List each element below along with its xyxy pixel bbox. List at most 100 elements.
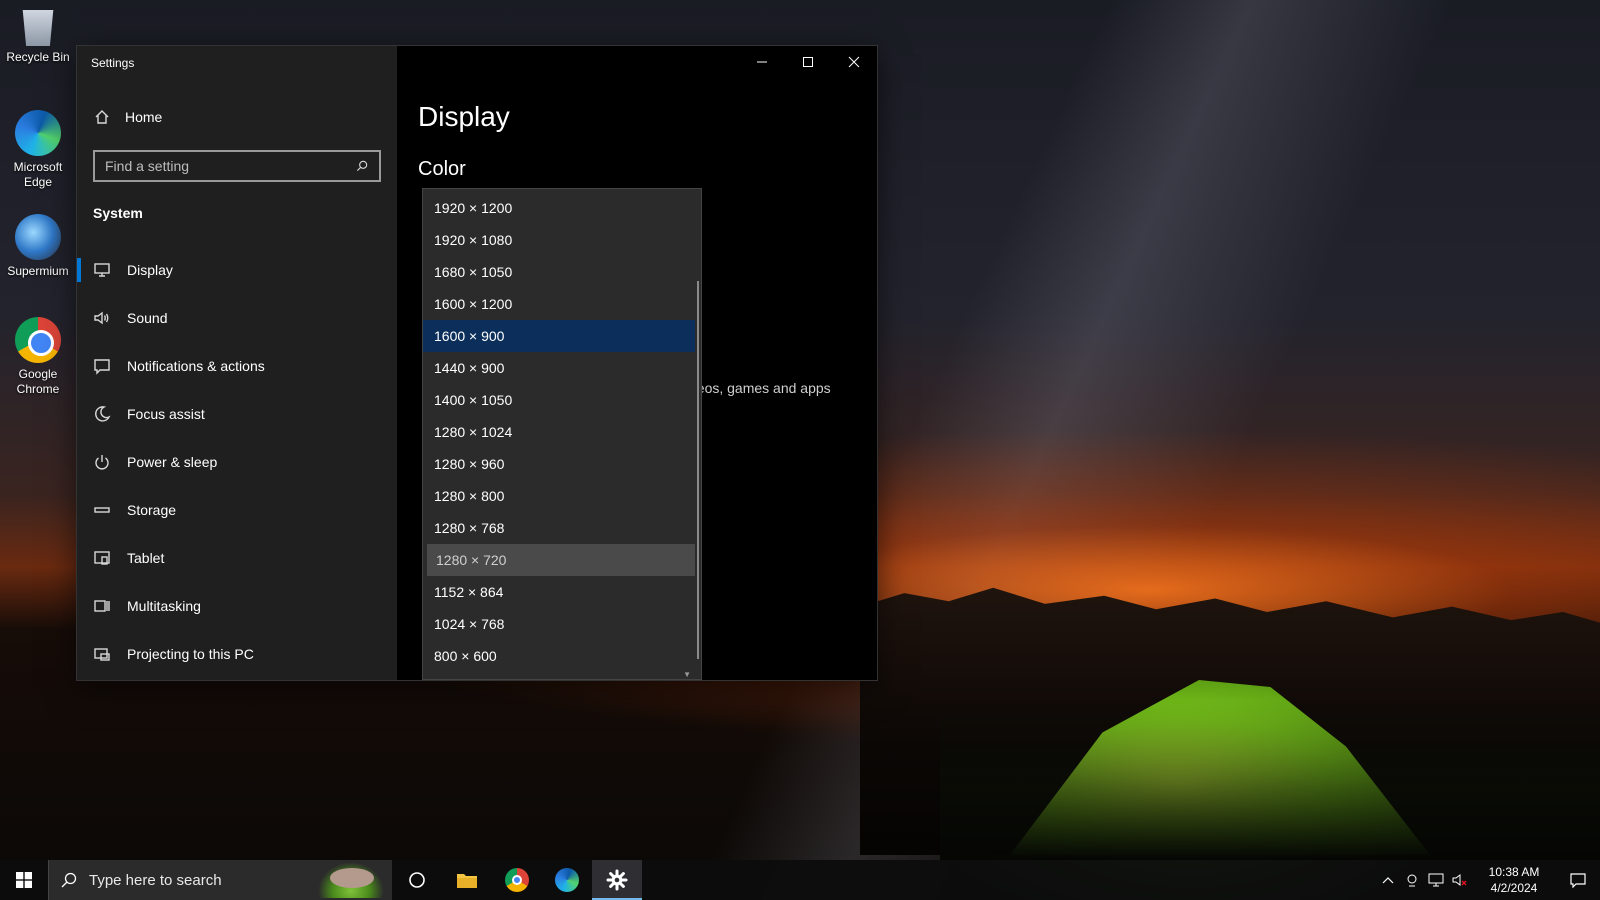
minimize-button[interactable]	[739, 46, 785, 78]
desktop-icon-label: Recycle Bin	[6, 50, 70, 64]
taskbar-file-explorer[interactable]	[442, 860, 492, 900]
sidebar-item-display[interactable]: Display	[77, 246, 397, 294]
sidebar-item-label: Storage	[127, 502, 177, 518]
action-center-icon	[1570, 873, 1586, 888]
resolution-option[interactable]: 1600 × 1200	[423, 288, 695, 320]
sidebar-item-label: Sound	[127, 310, 168, 326]
resolution-option[interactable]: 1280 × 800	[423, 480, 695, 512]
file-explorer-icon	[457, 874, 477, 888]
search-icon[interactable]	[355, 159, 369, 173]
desktop-icon-supermium[interactable]: Supermium	[4, 214, 72, 279]
sidebar-item-label: Display	[127, 262, 173, 278]
chrome-icon	[15, 317, 61, 363]
edge-icon	[15, 110, 61, 156]
resolution-option[interactable]: 1680 × 1050	[423, 256, 695, 288]
chevron-up-icon	[1382, 877, 1394, 884]
supermium-icon	[15, 214, 61, 260]
minimize-icon	[757, 61, 767, 63]
action-center-button[interactable]	[1556, 860, 1600, 900]
sidebar-item-label: Multitasking	[127, 598, 201, 614]
close-icon	[848, 56, 860, 68]
sidebar-item-tablet[interactable]: Tablet	[77, 534, 397, 582]
resolution-option[interactable]: 1920 × 1200	[423, 192, 695, 224]
settings-sidebar: Settings Home System Display Sound Notif…	[77, 46, 397, 680]
show-hidden-icons-button[interactable]	[1376, 860, 1400, 900]
sidebar-item-projecting[interactable]: Projecting to this PC	[77, 630, 397, 678]
network-icon	[1428, 873, 1444, 887]
tray-volume-button[interactable]	[1448, 860, 1472, 900]
desktop-icon-recycle-bin[interactable]: Recycle Bin	[4, 6, 72, 65]
resolution-option[interactable]: 1600 × 900	[423, 320, 695, 352]
sidebar-item-storage[interactable]: Storage	[77, 486, 397, 534]
taskbar: 10:38 AM 4/2/2024	[0, 860, 1600, 900]
taskbar-settings[interactable]	[592, 860, 642, 900]
projecting-icon	[94, 648, 110, 661]
taskbar-edge[interactable]	[542, 860, 592, 900]
page-title: Display	[418, 101, 510, 132]
resolution-option[interactable]: 1280 × 768	[423, 512, 695, 544]
power-icon	[95, 455, 109, 470]
maximize-button[interactable]	[785, 46, 831, 78]
recycle-bin-icon	[22, 10, 54, 46]
desktop-icon-label: Supermium	[7, 264, 69, 278]
taskbar-clock[interactable]: 10:38 AM 4/2/2024	[1472, 864, 1556, 896]
wallpaper-grass	[940, 700, 1600, 860]
taskbar-search-input[interactable]	[89, 871, 289, 889]
hidden-setting-description: deos, games and apps	[689, 380, 831, 396]
chrome-icon	[505, 868, 529, 892]
taskbar-chrome[interactable]	[492, 860, 542, 900]
home-label: Home	[125, 109, 163, 125]
dropdown-scrollbar[interactable]	[697, 281, 699, 659]
tray-network-button[interactable]	[1424, 860, 1448, 900]
desktop-icon-edge[interactable]: Microsoft Edge	[4, 110, 72, 190]
desktop-icon-label: Microsoft Edge	[13, 160, 63, 189]
sidebar-item-label: Tablet	[127, 550, 165, 566]
sidebar-item-multitasking[interactable]: Multitasking	[77, 582, 397, 630]
resolution-option[interactable]: 1920 × 1080	[423, 224, 695, 256]
tablet-icon	[94, 551, 110, 565]
resolution-options: 1920 × 1200 1920 × 1080 1680 × 1050 1600 × …	[423, 189, 701, 672]
sidebar-item-sound[interactable]: Sound	[77, 294, 397, 342]
sidebar-item-label: Notifications & actions	[127, 358, 265, 374]
sidebar-item-label: Power & sleep	[127, 454, 218, 470]
resolution-option[interactable]: 1024 × 768	[423, 608, 695, 640]
windows-logo-icon	[16, 872, 32, 888]
edge-icon	[555, 868, 579, 892]
resolution-option[interactable]: 1280 × 1024	[423, 416, 695, 448]
monitor-icon	[94, 263, 110, 277]
start-button[interactable]	[0, 860, 48, 900]
resolution-option[interactable]: 800 × 600	[423, 640, 695, 672]
system-nav-list: Display Sound Notifications & actions Fo…	[77, 246, 397, 678]
desktop-icon-label: Google Chrome	[16, 367, 60, 396]
camera-icon	[1407, 874, 1417, 887]
close-button[interactable]	[831, 46, 877, 78]
resolution-option[interactable]: 1280 × 720	[427, 544, 695, 576]
resolution-option[interactable]: 1152 × 864	[423, 576, 695, 608]
window-controls	[739, 46, 877, 78]
resolution-option[interactable]: 1400 × 1050	[423, 384, 695, 416]
sidebar-item-label: Focus assist	[127, 406, 205, 422]
resolution-dropdown-list[interactable]: 1920 × 1200 1920 × 1080 1680 × 1050 1600 × …	[422, 188, 702, 680]
settings-icon	[606, 869, 628, 891]
sidebar-item-focus-assist[interactable]: Focus assist	[77, 390, 397, 438]
find-setting-input[interactable]	[105, 158, 355, 174]
desktop-icon-chrome[interactable]: Google Chrome	[4, 317, 72, 397]
sidebar-item-notifications[interactable]: Notifications & actions	[77, 342, 397, 390]
section-color-title: Color	[418, 158, 466, 180]
task-view-button[interactable]	[392, 860, 442, 900]
home-nav-item[interactable]: Home	[93, 108, 162, 126]
clock-time: 10:38 AM	[1488, 865, 1540, 879]
system-tray: 10:38 AM 4/2/2024	[1376, 860, 1600, 900]
moon-icon	[95, 406, 111, 422]
tray-camera-button[interactable]	[1400, 860, 1424, 900]
speaker-icon	[94, 311, 109, 325]
clock-date: 4/2/2024	[1490, 881, 1538, 895]
notification-icon	[94, 359, 110, 375]
taskbar-search-box[interactable]	[48, 860, 392, 900]
resolution-option[interactable]: 1280 × 960	[423, 448, 695, 480]
scroll-down-icon[interactable]: ▼	[683, 670, 691, 679]
resolution-option[interactable]: 1440 × 900	[423, 352, 695, 384]
find-setting-search[interactable]	[93, 150, 381, 182]
home-icon	[95, 110, 109, 124]
sidebar-item-power-sleep[interactable]: Power & sleep	[77, 438, 397, 486]
